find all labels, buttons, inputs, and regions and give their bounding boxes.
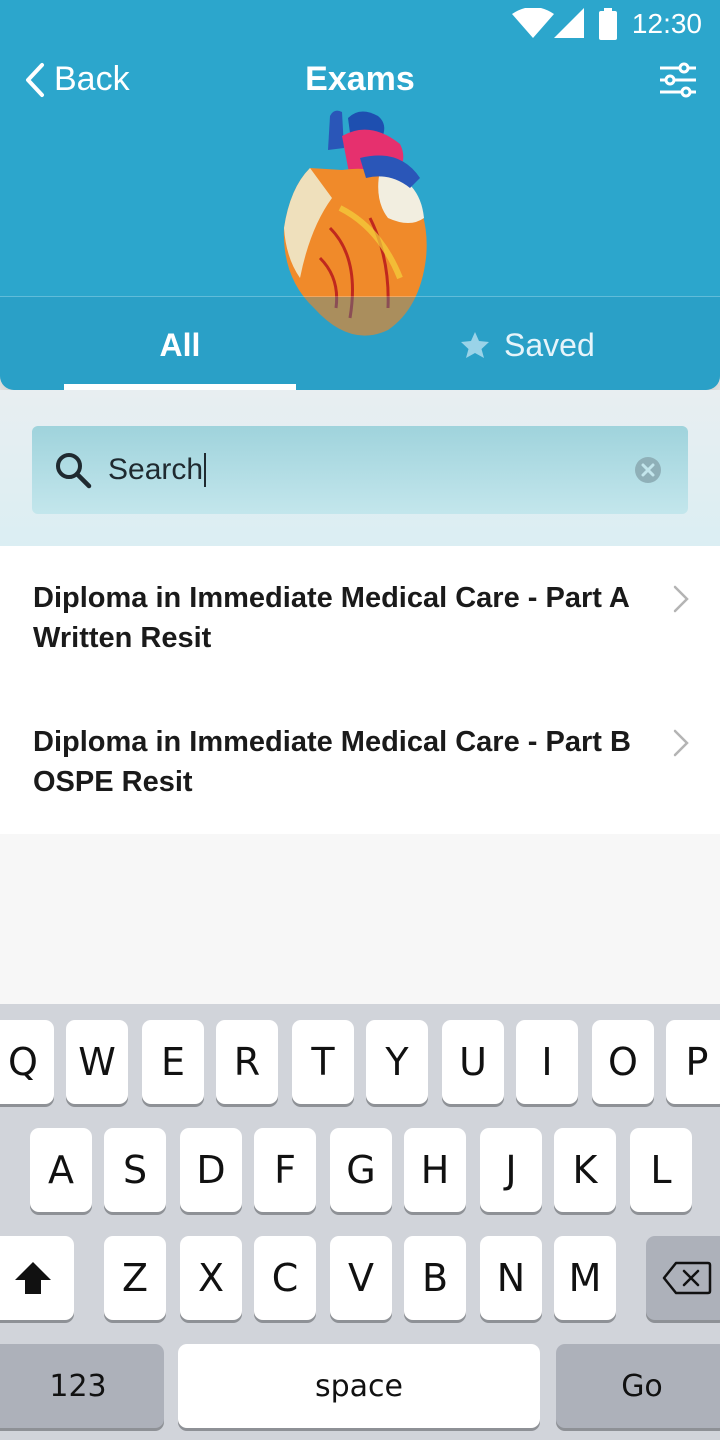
key-j[interactable]: J [480,1128,542,1212]
key-n[interactable]: N [480,1236,542,1320]
tab-all[interactable]: All [64,322,296,368]
wifi-icon [512,8,554,38]
search-area: Search [0,390,720,546]
exam-title: Diploma in Immediate Medical Care - Part… [33,726,631,798]
key-c[interactable]: C [254,1236,316,1320]
app-header: 12:30 Back Exams All Saved [0,0,720,390]
key-v[interactable]: V [330,1236,392,1320]
tab-saved[interactable]: Saved [460,322,640,368]
shift-arrow-icon [15,1262,51,1294]
tab-all-label: All [159,326,201,363]
key-q[interactable]: Q [0,1020,54,1104]
key-y[interactable]: Y [366,1020,428,1104]
key-a[interactable]: A [30,1128,92,1212]
key-e[interactable]: E [142,1020,204,1104]
key-w[interactable]: W [66,1020,128,1104]
tab-saved-label: Saved [504,326,595,363]
star-icon [461,332,489,358]
search-input[interactable]: Search [32,426,688,514]
shift-key[interactable] [0,1236,74,1320]
cellular-signal-icon [554,8,584,38]
clear-icon[interactable] [634,456,662,484]
key-f[interactable]: F [254,1128,316,1212]
exam-list: Diploma in Immediate Medical Care - Part… [0,546,720,834]
search-input-text: Search [108,453,207,487]
space-key[interactable]: space [178,1344,540,1428]
key-m[interactable]: M [554,1236,616,1320]
chevron-right-icon [673,585,689,613]
key-i[interactable]: I [516,1020,578,1104]
battery-icon [599,8,617,40]
backspace-icon [662,1261,712,1295]
key-t[interactable]: T [292,1020,354,1104]
numbers-key[interactable]: 123 [0,1344,164,1428]
key-s[interactable]: S [104,1128,166,1212]
chevron-right-icon [673,729,689,757]
status-bar: 12:30 [0,0,720,50]
key-l[interactable]: L [630,1128,692,1212]
key-u[interactable]: U [442,1020,504,1104]
key-k[interactable]: K [554,1128,616,1212]
key-g[interactable]: G [330,1128,392,1212]
search-icon [56,453,92,489]
key-z[interactable]: Z [104,1236,166,1320]
exam-title: Diploma in Immediate Medical Care - Part… [33,582,629,654]
key-b[interactable]: B [404,1236,466,1320]
key-p[interactable]: P [666,1020,720,1104]
nav-bar: Back Exams [0,56,720,106]
page-title: Exams [305,60,415,98]
key-o[interactable]: O [592,1020,654,1104]
go-key[interactable]: Go [556,1344,720,1428]
key-h[interactable]: H [404,1128,466,1212]
list-item[interactable]: Diploma in Immediate Medical Care - Part… [0,690,720,834]
backspace-key[interactable] [646,1236,720,1320]
filter-settings-icon[interactable] [658,62,698,98]
keyboard: Q W E R T Y U I O P A S D F G H J K L Z … [0,1004,720,1440]
key-x[interactable]: X [180,1236,242,1320]
status-time: 12:30 [631,8,702,39]
list-item[interactable]: Diploma in Immediate Medical Care - Part… [0,546,720,690]
key-d[interactable]: D [180,1128,242,1212]
key-r[interactable]: R [216,1020,278,1104]
